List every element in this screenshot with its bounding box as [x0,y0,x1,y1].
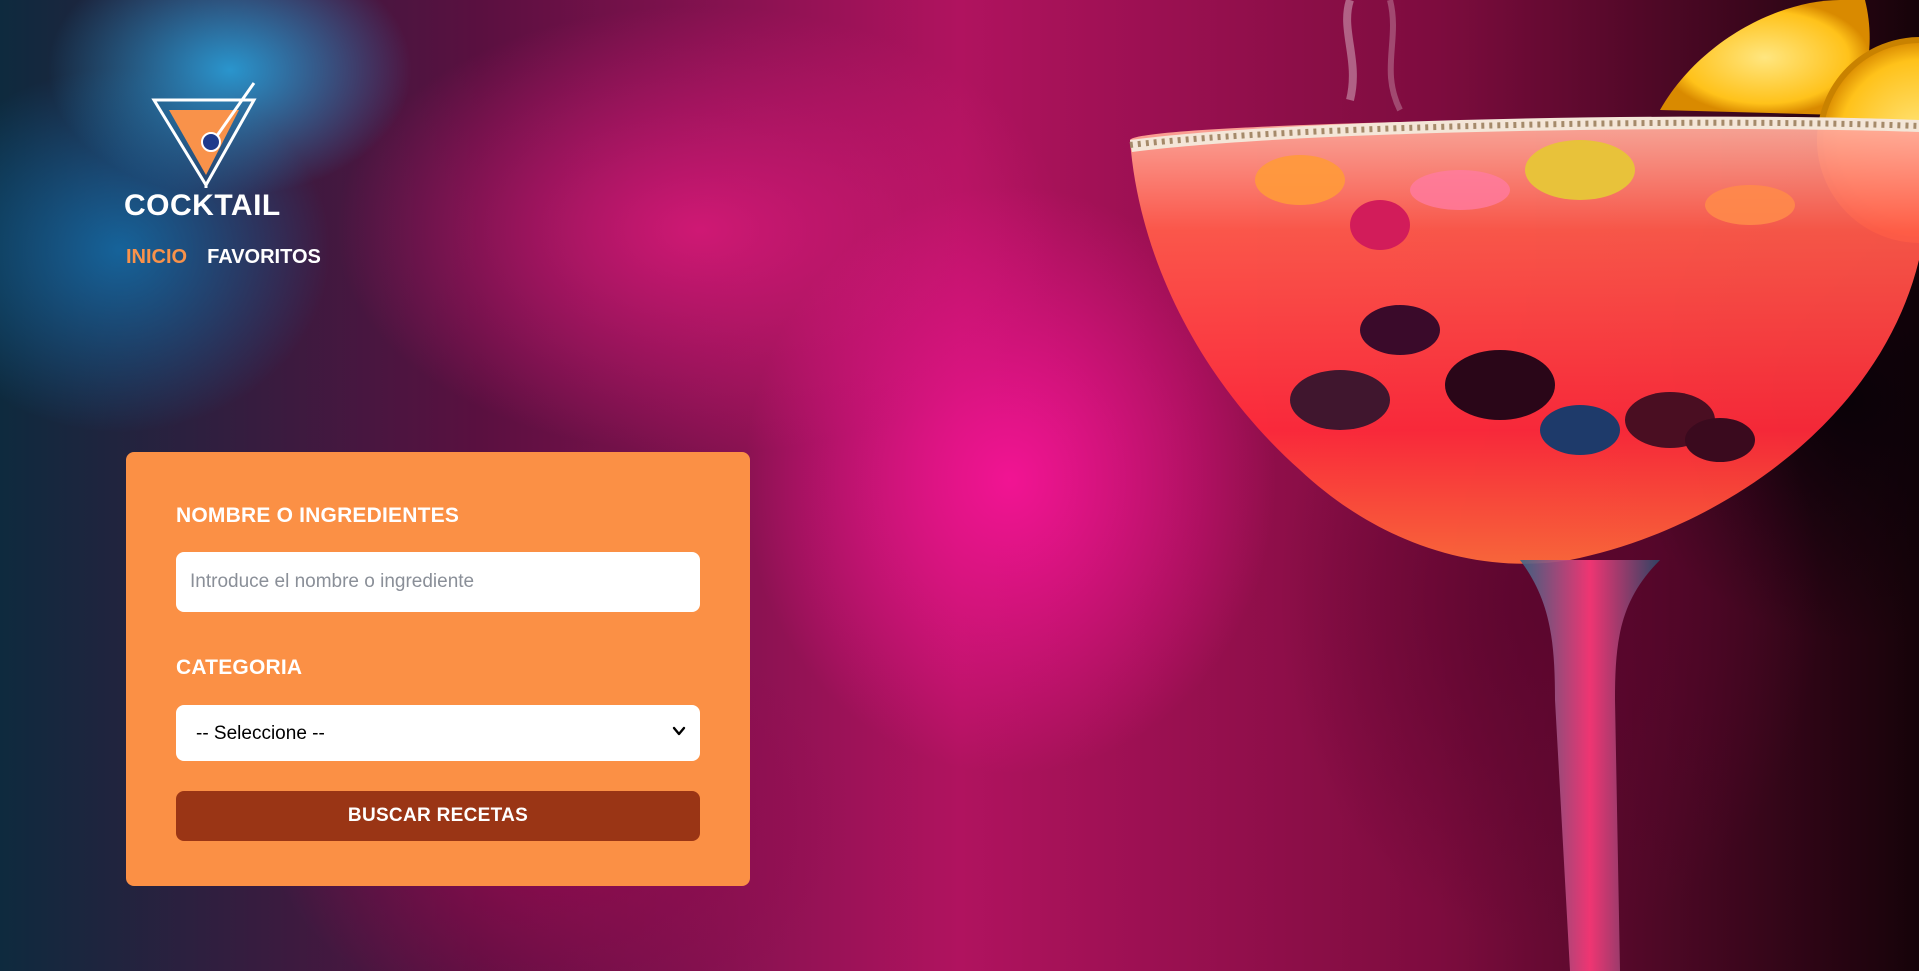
category-field-label: CATEGORIA [176,656,303,679]
name-ingredient-input[interactable] [176,552,700,612]
brand-name: COCKTAIL [124,189,281,222]
category-select-wrapper: -- Seleccione -- [176,705,700,761]
nav-link-favoritos[interactable]: FAVORITOS [207,246,321,269]
hero-background: COCKTAIL INICIO FAVORITOS NOMBRE O INGRE… [0,0,1919,971]
name-field-label: NOMBRE O INGREDIENTES [176,504,460,527]
search-recipes-button[interactable]: BUSCAR RECETAS [176,791,700,841]
nav-link-inicio[interactable]: INICIO [126,246,187,269]
search-form: NOMBRE O INGREDIENTES CATEGORIA -- Selec… [126,452,750,886]
main-nav: INICIO FAVORITOS [126,246,321,269]
category-select[interactable]: -- Seleccione -- [176,705,700,761]
cocktail-glass-image [1129,0,1919,971]
